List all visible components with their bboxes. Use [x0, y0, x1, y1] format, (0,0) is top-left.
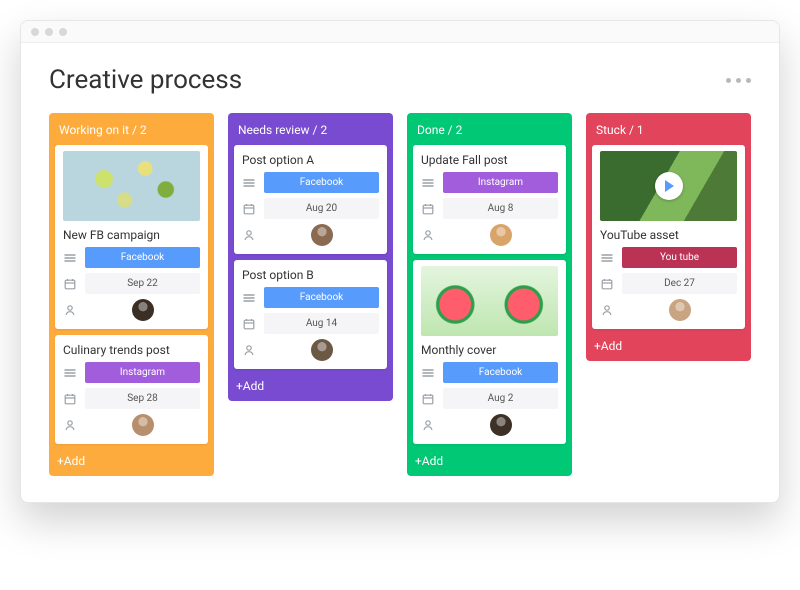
assignee-avatar[interactable] — [132, 414, 154, 436]
platform-pill[interactable]: Instagram — [85, 362, 200, 383]
add-card-button[interactable]: +Add — [413, 450, 566, 470]
kanban-column: Stuck / 1 YouTube asset You tube Dec 27 +Add — [586, 113, 751, 361]
date-pill[interactable]: Sep 28 — [85, 388, 200, 409]
kanban-column: Working on it / 2 New FB campaign Facebook… — [49, 113, 214, 476]
assignee-avatar[interactable] — [311, 339, 333, 361]
kanban-column: Needs review / 2 Post option A Facebook Aug… — [228, 113, 393, 401]
lines-icon — [63, 367, 77, 379]
traffic-light-close[interactable] — [31, 28, 39, 36]
kanban-card[interactable]: Culinary trends post Instagram Sep 28 — [55, 335, 208, 444]
card-title: Post option A — [242, 151, 379, 167]
kanban-card[interactable]: Monthly cover Facebook Aug 2 — [413, 260, 566, 444]
card-title: New FB campaign — [63, 226, 200, 242]
card-thumbnail — [421, 266, 558, 336]
kanban-board: Working on it / 2 New FB campaign Facebook… — [49, 113, 751, 476]
card-title: Post option B — [242, 266, 379, 282]
column-header[interactable]: Stuck / 1 — [592, 119, 745, 145]
person-icon — [242, 229, 256, 241]
platform-pill[interactable]: Facebook — [443, 362, 558, 383]
platform-pill[interactable]: Facebook — [264, 172, 379, 193]
person-icon — [63, 419, 77, 431]
card-thumbnail — [63, 151, 200, 221]
platform-pill[interactable]: Facebook — [264, 287, 379, 308]
calendar-icon — [600, 278, 614, 290]
person-icon — [242, 344, 256, 356]
card-title: YouTube asset — [600, 226, 737, 242]
lines-icon — [421, 367, 435, 379]
assignee-avatar[interactable] — [490, 414, 512, 436]
lines-icon — [242, 292, 256, 304]
date-pill[interactable]: Sep 22 — [85, 273, 200, 294]
date-pill[interactable]: Dec 27 — [622, 273, 737, 294]
lines-icon — [600, 252, 614, 264]
lines-icon — [421, 177, 435, 189]
add-card-button[interactable]: +Add — [55, 450, 208, 470]
kanban-card[interactable]: New FB campaign Facebook Sep 22 — [55, 145, 208, 329]
calendar-icon — [63, 393, 77, 405]
person-icon — [63, 304, 77, 316]
add-card-button[interactable]: +Add — [592, 335, 745, 355]
person-icon — [421, 419, 435, 431]
card-title: Monthly cover — [421, 341, 558, 357]
assignee-avatar[interactable] — [490, 224, 512, 246]
assignee-avatar[interactable] — [669, 299, 691, 321]
traffic-light-min[interactable] — [45, 28, 53, 36]
calendar-icon — [421, 393, 435, 405]
platform-pill[interactable]: Facebook — [85, 247, 200, 268]
date-pill[interactable]: Aug 20 — [264, 198, 379, 219]
platform-pill[interactable]: You tube — [622, 247, 737, 268]
calendar-icon — [242, 203, 256, 215]
person-icon — [421, 229, 435, 241]
more-menu-icon[interactable] — [726, 78, 751, 83]
app-window: Creative process Working on it / 2New FB… — [20, 20, 780, 503]
column-header[interactable]: Working on it / 2 — [55, 119, 208, 145]
column-header[interactable]: Needs review / 2 — [234, 119, 387, 145]
kanban-card[interactable]: Post option B Facebook Aug 14 — [234, 260, 387, 369]
card-title: Culinary trends post — [63, 341, 200, 357]
add-card-button[interactable]: +Add — [234, 375, 387, 395]
play-icon[interactable] — [655, 172, 683, 200]
lines-icon — [242, 177, 256, 189]
kanban-card[interactable]: Post option A Facebook Aug 20 — [234, 145, 387, 254]
lines-icon — [63, 252, 77, 264]
column-header[interactable]: Done / 2 — [413, 119, 566, 145]
date-pill[interactable]: Aug 2 — [443, 388, 558, 409]
kanban-card[interactable]: Update Fall post Instagram Aug 8 — [413, 145, 566, 254]
traffic-light-max[interactable] — [59, 28, 67, 36]
kanban-card[interactable]: YouTube asset You tube Dec 27 — [592, 145, 745, 329]
calendar-icon — [63, 278, 77, 290]
date-pill[interactable]: Aug 14 — [264, 313, 379, 334]
page-title: Creative process — [49, 65, 242, 95]
person-icon — [600, 304, 614, 316]
card-thumbnail[interactable] — [600, 151, 737, 221]
window-titlebar — [21, 21, 779, 43]
kanban-column: Done / 2 Update Fall post Instagram Aug 8 Mo… — [407, 113, 572, 476]
calendar-icon — [421, 203, 435, 215]
date-pill[interactable]: Aug 8 — [443, 198, 558, 219]
card-title: Update Fall post — [421, 151, 558, 167]
platform-pill[interactable]: Instagram — [443, 172, 558, 193]
calendar-icon — [242, 318, 256, 330]
assignee-avatar[interactable] — [132, 299, 154, 321]
assignee-avatar[interactable] — [311, 224, 333, 246]
